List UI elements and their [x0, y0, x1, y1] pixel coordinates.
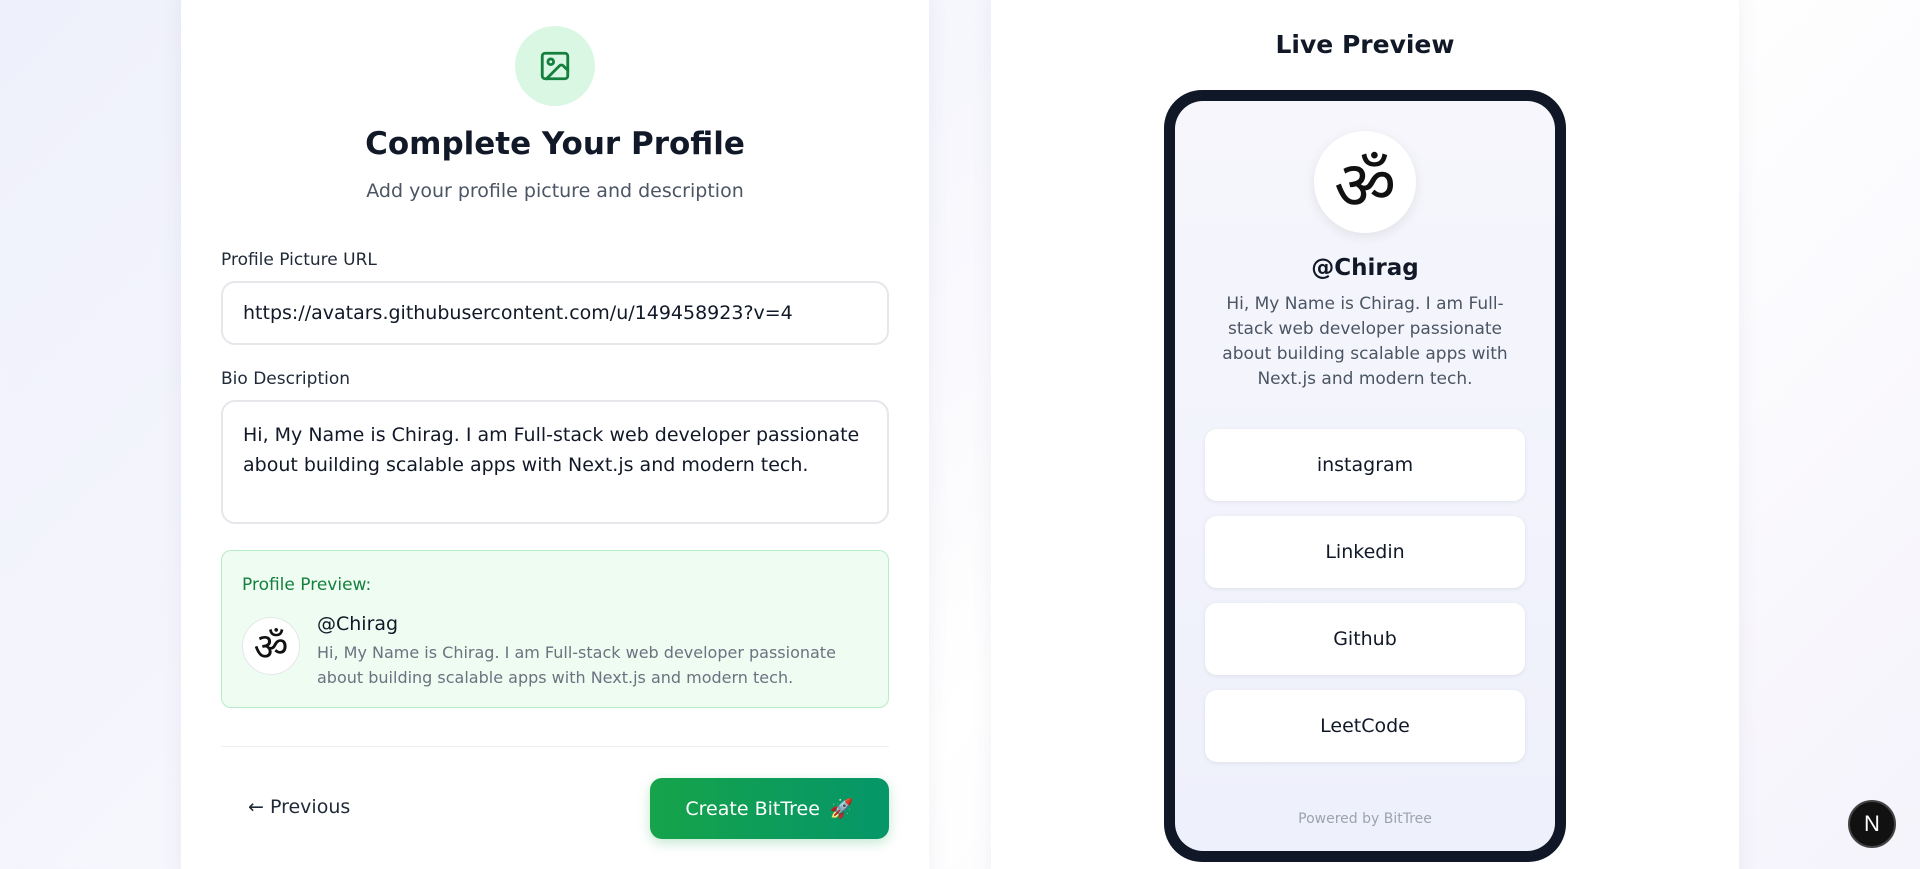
- image-icon-circle: [515, 26, 595, 106]
- previous-button[interactable]: ← Previous: [248, 796, 350, 818]
- link-button-leetcode[interactable]: LeetCode: [1205, 690, 1525, 762]
- page-subtitle: Add your profile picture and description: [366, 180, 744, 202]
- profile-preview-name: @Chirag: [317, 613, 399, 635]
- divider: [221, 746, 889, 747]
- avatar: ॐ: [242, 617, 300, 675]
- create-bittree-button[interactable]: Create BitTree 🚀: [650, 778, 889, 839]
- link-button-linkedin[interactable]: Linkedin: [1205, 516, 1525, 588]
- phone-mockup: ॐ @Chirag Hi, My Name is Chirag. I am Fu…: [1164, 90, 1566, 862]
- link-button-instagram[interactable]: instagram: [1205, 429, 1525, 501]
- bio-textarea[interactable]: Hi, My Name is Chirag. I am Full-stack w…: [221, 400, 889, 524]
- profile-preview-bio: Hi, My Name is Chirag. I am Full-stack w…: [317, 643, 836, 687]
- profile-preview-box: Profile Preview: ॐ @Chirag Hi, My Name i…: [221, 550, 889, 708]
- profile-preview-label: Profile Preview:: [242, 575, 372, 595]
- image-icon: [540, 51, 570, 81]
- create-bittree-label: Create BitTree: [685, 797, 820, 820]
- phone-screen: ॐ @Chirag Hi, My Name is Chirag. I am Fu…: [1175, 101, 1555, 851]
- rocket-icon: 🚀: [829, 798, 854, 820]
- picture-url-label: Profile Picture URL: [221, 250, 377, 270]
- page-title: Complete Your Profile: [365, 126, 745, 162]
- nextjs-dev-badge[interactable]: N: [1848, 800, 1896, 848]
- bio-label: Bio Description: [221, 369, 351, 389]
- phone-profile-bio: Hi, My Name is Chirag. I am Full-stack w…: [1222, 294, 1508, 389]
- phone-profile-name: @Chirag: [1311, 255, 1419, 281]
- link-button-github[interactable]: Github: [1205, 603, 1525, 675]
- picture-url-input[interactable]: https://avatars.githubusercontent.com/u/…: [221, 281, 889, 345]
- powered-by-text: Powered by BitTree: [1298, 811, 1432, 827]
- avatar: ॐ: [1314, 131, 1416, 233]
- live-preview-title: Live Preview: [1275, 30, 1455, 59]
